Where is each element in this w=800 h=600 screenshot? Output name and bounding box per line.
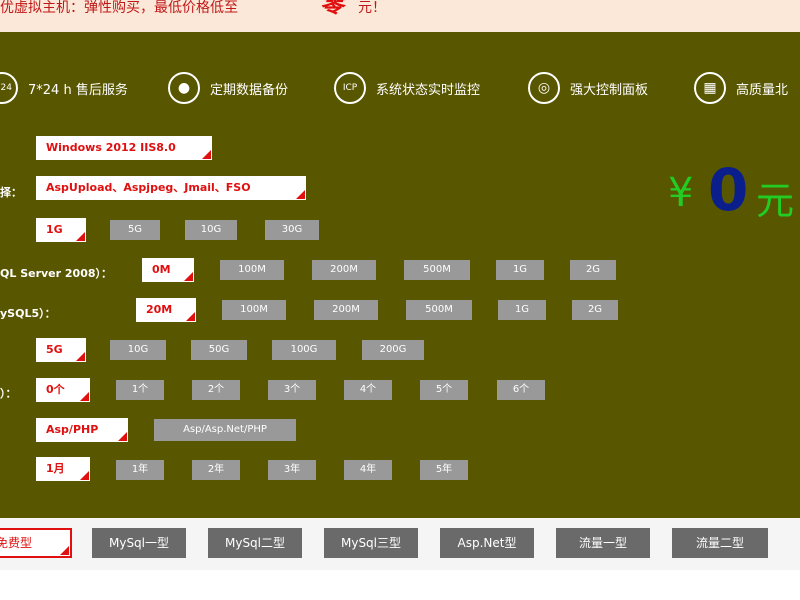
components-label: 择： [0,186,22,199]
plan-tab-mysql2[interactable]: MySql二型 [208,528,302,558]
mssql-option[interactable]: 100M [220,260,284,280]
mssql-option[interactable]: 2G [570,260,616,280]
domains-option[interactable]: 6个 [497,380,545,400]
feature-strip: 7 24 7*24 h 售后服务 ● 定期数据备份 ICP 系统状态实时监控 ◎… [0,72,800,108]
plan-tabs: 免费型 MySql一型 MySql二型 MySql三型 Asp.Net型 流量一… [0,518,800,570]
promo-banner: 优虚拟主机：弹性购买，最低价格低至 零 元！ [0,0,800,32]
mysql-option[interactable]: 2G [572,300,618,320]
mssql-label: QL Server 2008）： [0,267,112,280]
feature-label: 强大控制面板 [570,83,649,98]
feature-label: 高质量北 [736,83,789,98]
promo-suffix: 元！ [358,0,386,16]
period-option[interactable]: 1年 [116,460,164,480]
mysql-option[interactable]: 100M [222,300,286,320]
price-amount: 0 [708,156,749,224]
mysql-option[interactable]: 500M [406,300,472,320]
traffic-option[interactable]: 100G [272,340,336,360]
traffic-option[interactable]: 50G [191,340,247,360]
mysql-label: ySQL5）： [0,307,56,320]
mssql-option[interactable]: 200M [312,260,376,280]
plan-tab-aspnet[interactable]: Asp.Net型 [440,528,534,558]
promo-highlight: 零 [320,0,344,18]
price-unit: 元 [756,179,795,223]
footer-area [0,570,800,600]
domains-option[interactable]: 3个 [268,380,316,400]
domains-label: ）： [0,387,17,400]
mssql-option[interactable]: 500M [404,260,470,280]
promo-text: 优虚拟主机：弹性购买，最低价格低至 [0,0,238,16]
domains-option[interactable]: 1个 [116,380,164,400]
period-option[interactable]: 2年 [192,460,240,480]
7x24-icon: 7 24 [0,72,18,104]
language-select[interactable]: Asp/PHP [36,418,128,442]
plan-tab-mysql3[interactable]: MySql三型 [324,528,418,558]
domains-option[interactable]: 5个 [420,380,468,400]
components-select[interactable]: AspUpload、Aspjpeg、Jmail、FSO [36,176,306,200]
space-option[interactable]: 10G [185,220,237,240]
traffic-select[interactable]: 5G [36,338,86,362]
feature-label: 系统状态实时监控 [376,83,481,98]
control-panel-icon: ◎ [528,72,560,104]
os-select[interactable]: Windows 2012 IIS8.0 [36,136,212,160]
period-option[interactable]: 4年 [344,460,392,480]
feature-label: 7*24 h 售后服务 [28,83,128,98]
traffic-option[interactable]: 10G [110,340,166,360]
period-option[interactable]: 5年 [420,460,468,480]
feature-label: 定期数据备份 [210,83,289,98]
plan-tab-traffic2[interactable]: 流量二型 [672,528,768,558]
user-icon: ● [168,72,200,104]
currency-symbol: ¥ [668,170,694,216]
config-panel: 7 24 7*24 h 售后服务 ● 定期数据备份 ICP 系统状态实时监控 ◎… [0,32,800,518]
domains-option[interactable]: 4个 [344,380,392,400]
space-option[interactable]: 30G [265,220,319,240]
mysql-option[interactable]: 200M [314,300,378,320]
plan-tab-free[interactable]: 免费型 [0,528,72,558]
plan-tab-traffic1[interactable]: 流量一型 [556,528,650,558]
traffic-option[interactable]: 200G [362,340,424,360]
space-select[interactable]: 1G [36,218,86,242]
plan-tab-mysql1[interactable]: MySql一型 [92,528,186,558]
domains-option[interactable]: 2个 [192,380,240,400]
period-option[interactable]: 3年 [268,460,316,480]
language-option[interactable]: Asp/Asp.Net/PHP [154,419,296,441]
period-select[interactable]: 1月 [36,457,90,481]
mssql-option[interactable]: 1G [496,260,544,280]
domains-select[interactable]: 0个 [36,378,90,402]
mssql-select[interactable]: 0M [142,258,194,282]
icp-icon: ICP [334,72,366,104]
mysql-option[interactable]: 1G [498,300,546,320]
mysql-select[interactable]: 20M [136,298,196,322]
windows-icon: ▦ [694,72,726,104]
space-option[interactable]: 5G [110,220,160,240]
